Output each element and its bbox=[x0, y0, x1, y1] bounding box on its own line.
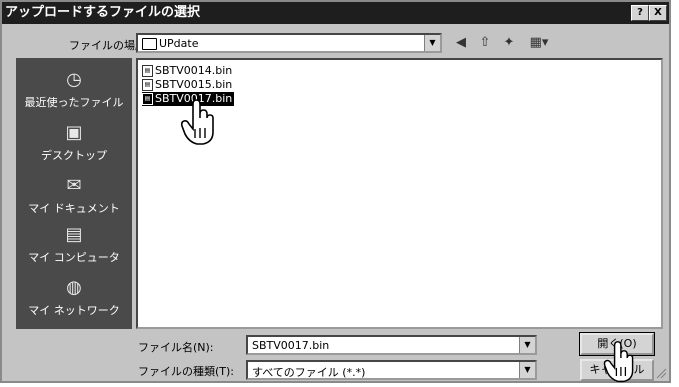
back-icon[interactable]: ◀ bbox=[452, 35, 470, 51]
pointer-hand-icon bbox=[603, 341, 634, 383]
file-name: SBTV0014.bin bbox=[155, 64, 233, 77]
view-menu-icon[interactable]: ▦▾ bbox=[526, 35, 552, 51]
list-item[interactable]: ▤ SBTV0015.bin bbox=[142, 78, 234, 92]
lookin-dropdown[interactable]: UPdate ▼ bbox=[136, 33, 442, 53]
place-my-documents[interactable]: ✉ マイ ドキュメント bbox=[16, 174, 132, 216]
file-open-dialog: アップロードするファイルの選択 ? X ファイルの場所(I): UPdate ▼… bbox=[0, 0, 671, 383]
window-title: アップロードするファイルの選択 bbox=[5, 5, 201, 20]
my-network-icon: ◍ bbox=[66, 277, 82, 298]
recent-icon: ◷ bbox=[66, 69, 82, 90]
place-label: デスクトップ bbox=[41, 149, 107, 162]
my-computer-icon: ▤ bbox=[65, 224, 83, 245]
my-documents-icon: ✉ bbox=[66, 175, 82, 196]
desktop-icon: ▣ bbox=[65, 122, 83, 143]
file-icon: ▤ bbox=[142, 93, 153, 105]
title-bar[interactable]: アップロードするファイルの選択 ? X bbox=[2, 2, 669, 24]
places-bar: ◷ 最近使ったファイル ▣ デスクトップ ✉ マイ ドキュメント ▤ マイ コン… bbox=[16, 58, 132, 329]
filetype-label: ファイルの種類(T): bbox=[138, 365, 235, 378]
chevron-down-icon[interactable]: ▼ bbox=[519, 362, 535, 378]
help-button[interactable]: ? bbox=[631, 5, 649, 21]
new-folder-icon[interactable]: ✦ bbox=[500, 35, 518, 51]
filetype-dropdown[interactable]: すべてのファイル (*.*) ▼ bbox=[246, 360, 537, 380]
lookin-value: UPdate bbox=[159, 37, 199, 50]
pointer-hand-icon bbox=[180, 99, 214, 145]
folder-icon bbox=[142, 38, 157, 50]
place-desktop[interactable]: ▣ デスクトップ bbox=[16, 121, 132, 163]
place-label: マイ ドキュメント bbox=[28, 202, 120, 215]
chevron-down-icon[interactable]: ▼ bbox=[424, 35, 440, 51]
file-icon: ▤ bbox=[142, 65, 153, 77]
place-label: マイ コンピュータ bbox=[28, 251, 120, 264]
list-item[interactable]: ▤ SBTV0014.bin bbox=[142, 64, 234, 78]
place-label: マイ ネットワーク bbox=[28, 304, 120, 317]
resize-grip-icon[interactable] bbox=[655, 367, 667, 379]
filename-value: SBTV0017.bin bbox=[252, 339, 330, 352]
close-button[interactable]: X bbox=[649, 5, 667, 21]
chevron-down-icon[interactable]: ▼ bbox=[519, 337, 535, 353]
place-label: 最近使ったファイル bbox=[24, 96, 124, 109]
place-recent[interactable]: ◷ 最近使ったファイル bbox=[16, 68, 132, 110]
filetype-value: すべてのファイル (*.*) bbox=[252, 366, 366, 379]
filename-input[interactable]: SBTV0017.bin ▼ bbox=[246, 335, 537, 355]
filename-label: ファイル名(N): bbox=[138, 341, 214, 354]
file-icon: ▤ bbox=[142, 79, 153, 91]
file-name: SBTV0015.bin bbox=[155, 78, 233, 91]
place-my-computer[interactable]: ▤ マイ コンピュータ bbox=[16, 223, 132, 265]
place-my-network[interactable]: ◍ マイ ネットワーク bbox=[16, 276, 132, 318]
up-folder-icon[interactable]: ⇧ bbox=[476, 35, 494, 51]
